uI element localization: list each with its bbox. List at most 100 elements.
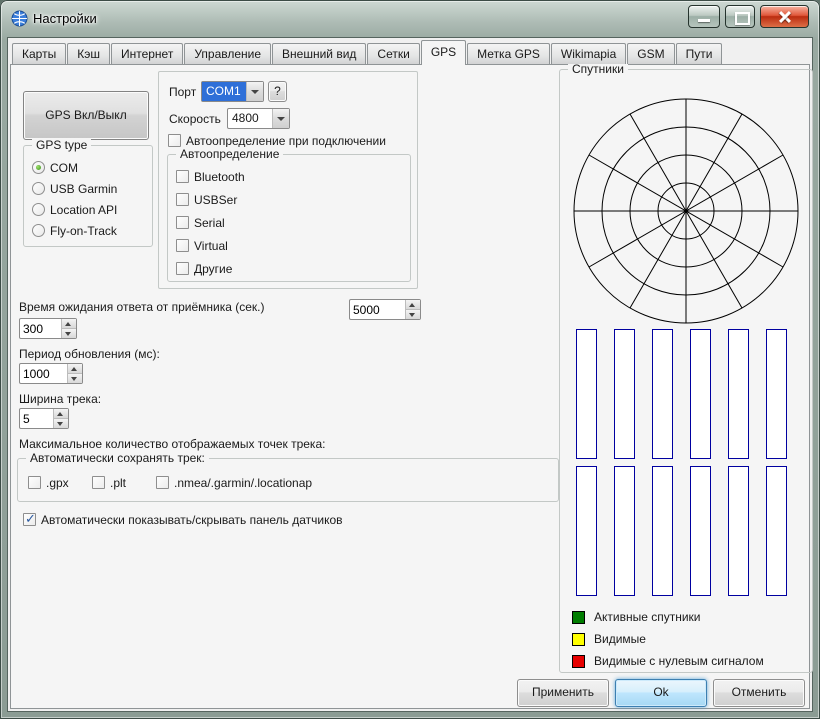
bluetooth-checkbox[interactable]: Bluetooth [176,169,245,184]
autodetect-on-connect-box[interactable] [168,134,181,147]
app-icon [11,10,28,27]
port-help-button[interactable]: ? [268,81,287,102]
speed-label: Скорость [169,112,221,126]
zero-signal-color-swatch [572,654,585,668]
signal-bar [766,329,787,459]
timeout-input[interactable] [20,319,61,338]
port-label: Порт [169,85,197,99]
nmea-box[interactable] [156,476,169,489]
radio-fly-on-track-circle[interactable] [32,224,45,237]
usbser-checkbox[interactable]: USBSer [176,192,237,207]
timeout-label: Время ожидания ответа от приёмника (сек.… [19,300,265,314]
satellite-skyplot [573,98,799,324]
serial-checkbox[interactable]: Serial [176,215,225,230]
port-combobox[interactable]: COM1 [201,81,264,102]
tab-control[interactable]: Управление [184,43,272,64]
refresh-spin-down-button[interactable] [68,374,82,383]
autodetect-group: Автоопределение Bluetooth USBSer Serial [167,147,411,282]
signal-bar [614,329,635,459]
refresh-input[interactable] [20,364,67,383]
autodetect-on-connect-checkbox[interactable]: Автоопределение при подключении [168,133,386,148]
timeout-spin-up-button[interactable] [62,319,76,329]
signal-bar [766,466,787,596]
refresh-label: Период обновления (мс): [19,347,160,361]
tab-paths[interactable]: Пути [675,43,723,64]
satellites-legend: Спутники [568,62,628,77]
chevron-down-icon[interactable] [246,82,263,101]
radio-com[interactable]: COM [32,160,78,175]
track-width-spin-up-button[interactable] [54,409,68,419]
timeout-spinner [19,318,77,339]
timeout2-spin-up-button[interactable] [406,300,420,310]
others-checkbox[interactable]: Другие [176,261,232,276]
sensors-panel-checkbox[interactable]: Автоматически показывать/скрывать панель… [23,511,343,527]
timeout-spin-down-button[interactable] [62,329,76,338]
minimize-button[interactable] [688,5,720,28]
tab-gps-marker[interactable]: Метка GPS [467,43,550,64]
chevron-down-icon[interactable] [272,109,289,128]
gps-type-legend: GPS type [32,138,92,153]
track-width-spinner [19,408,69,429]
others-box[interactable] [176,262,189,275]
autosave-track-legend: Автоматически сохранять трек: [26,451,209,466]
tab-gsm[interactable]: GSM [627,43,675,64]
radio-fly-on-track[interactable]: Fly-on-Track [32,223,117,238]
gps-toggle-button[interactable]: GPS Вкл/Выкл [23,91,149,140]
maximize-button[interactable] [725,5,755,28]
tab-appearance[interactable]: Внешний вид [272,43,367,64]
ok-button[interactable]: Ok [615,679,707,707]
track-width-spin-down-button[interactable] [54,419,68,428]
track-width-input[interactable] [20,409,53,428]
max-points-label: Максимальное количество отображаемых точ… [19,437,326,451]
timeout2-spinner [349,299,421,320]
radio-com-circle[interactable] [32,161,45,174]
track-width-label: Ширина трека: [19,392,102,406]
port-settings-box: Порт COM1 ? Скорость 4800 Автоопределени… [158,71,418,289]
tab-strip: Карты Кэш Интернет Управление Внешний ви… [12,38,723,65]
apply-button[interactable]: Применить [517,679,609,707]
virtual-checkbox[interactable]: Virtual [176,238,228,253]
tab-gps[interactable]: GPS [420,40,467,65]
active-satellites-label: Активные спутники [594,610,701,624]
legend-visible-satellites: Видимые [572,632,646,646]
signal-bar [652,466,673,596]
signal-bar [614,466,635,596]
signal-bar [690,329,711,459]
radio-fly-on-track-label: Fly-on-Track [50,223,117,238]
tab-cache[interactable]: Кэш [67,43,110,64]
speed-combobox[interactable]: 4800 [227,108,290,129]
tab-grids[interactable]: Сетки [367,43,420,64]
gpx-box[interactable] [28,476,41,489]
dialog-content: Карты Кэш Интернет Управление Внешний ви… [8,38,813,711]
refresh-spin-up-button[interactable] [68,364,82,374]
bluetooth-box[interactable] [176,170,189,183]
title-bar[interactable]: Настройки [0,0,820,38]
radio-usb-garmin[interactable]: USB Garmin [32,181,117,196]
radio-location-api[interactable]: Location API [32,202,117,217]
sensors-panel-label: Автоматически показывать/скрывать панель… [41,512,343,527]
cancel-button[interactable]: Отменить [713,679,805,707]
radio-location-api-circle[interactable] [32,203,45,216]
virtual-box[interactable] [176,239,189,252]
speed-combobox-value: 4800 [232,111,259,125]
autodetect-group-legend: Автоопределение [176,147,284,162]
signal-bar [576,466,597,596]
sensors-panel-box[interactable] [23,511,36,527]
signal-bar [728,329,749,459]
serial-box[interactable] [176,216,189,229]
timeout2-spin-down-button[interactable] [406,310,420,319]
radio-usb-garmin-circle[interactable] [32,182,45,195]
plt-checkbox[interactable]: .plt [92,475,126,490]
nmea-checkbox[interactable]: .nmea/.garmin/.locationap [156,475,312,490]
timeout2-input[interactable] [350,300,405,319]
gpx-checkbox[interactable]: .gpx [28,475,69,490]
tab-maps[interactable]: Карты [12,43,67,64]
tab-internet[interactable]: Интернет [110,43,184,64]
usbser-box[interactable] [176,193,189,206]
others-label: Другие [194,261,233,276]
gpx-label: .gpx [46,475,69,490]
settings-window: Настройки Карты Кэш Интернет Управление … [0,0,820,719]
tab-wikimapia[interactable]: Wikimapia [550,43,627,64]
close-button[interactable] [760,5,809,28]
plt-box[interactable] [92,476,105,489]
